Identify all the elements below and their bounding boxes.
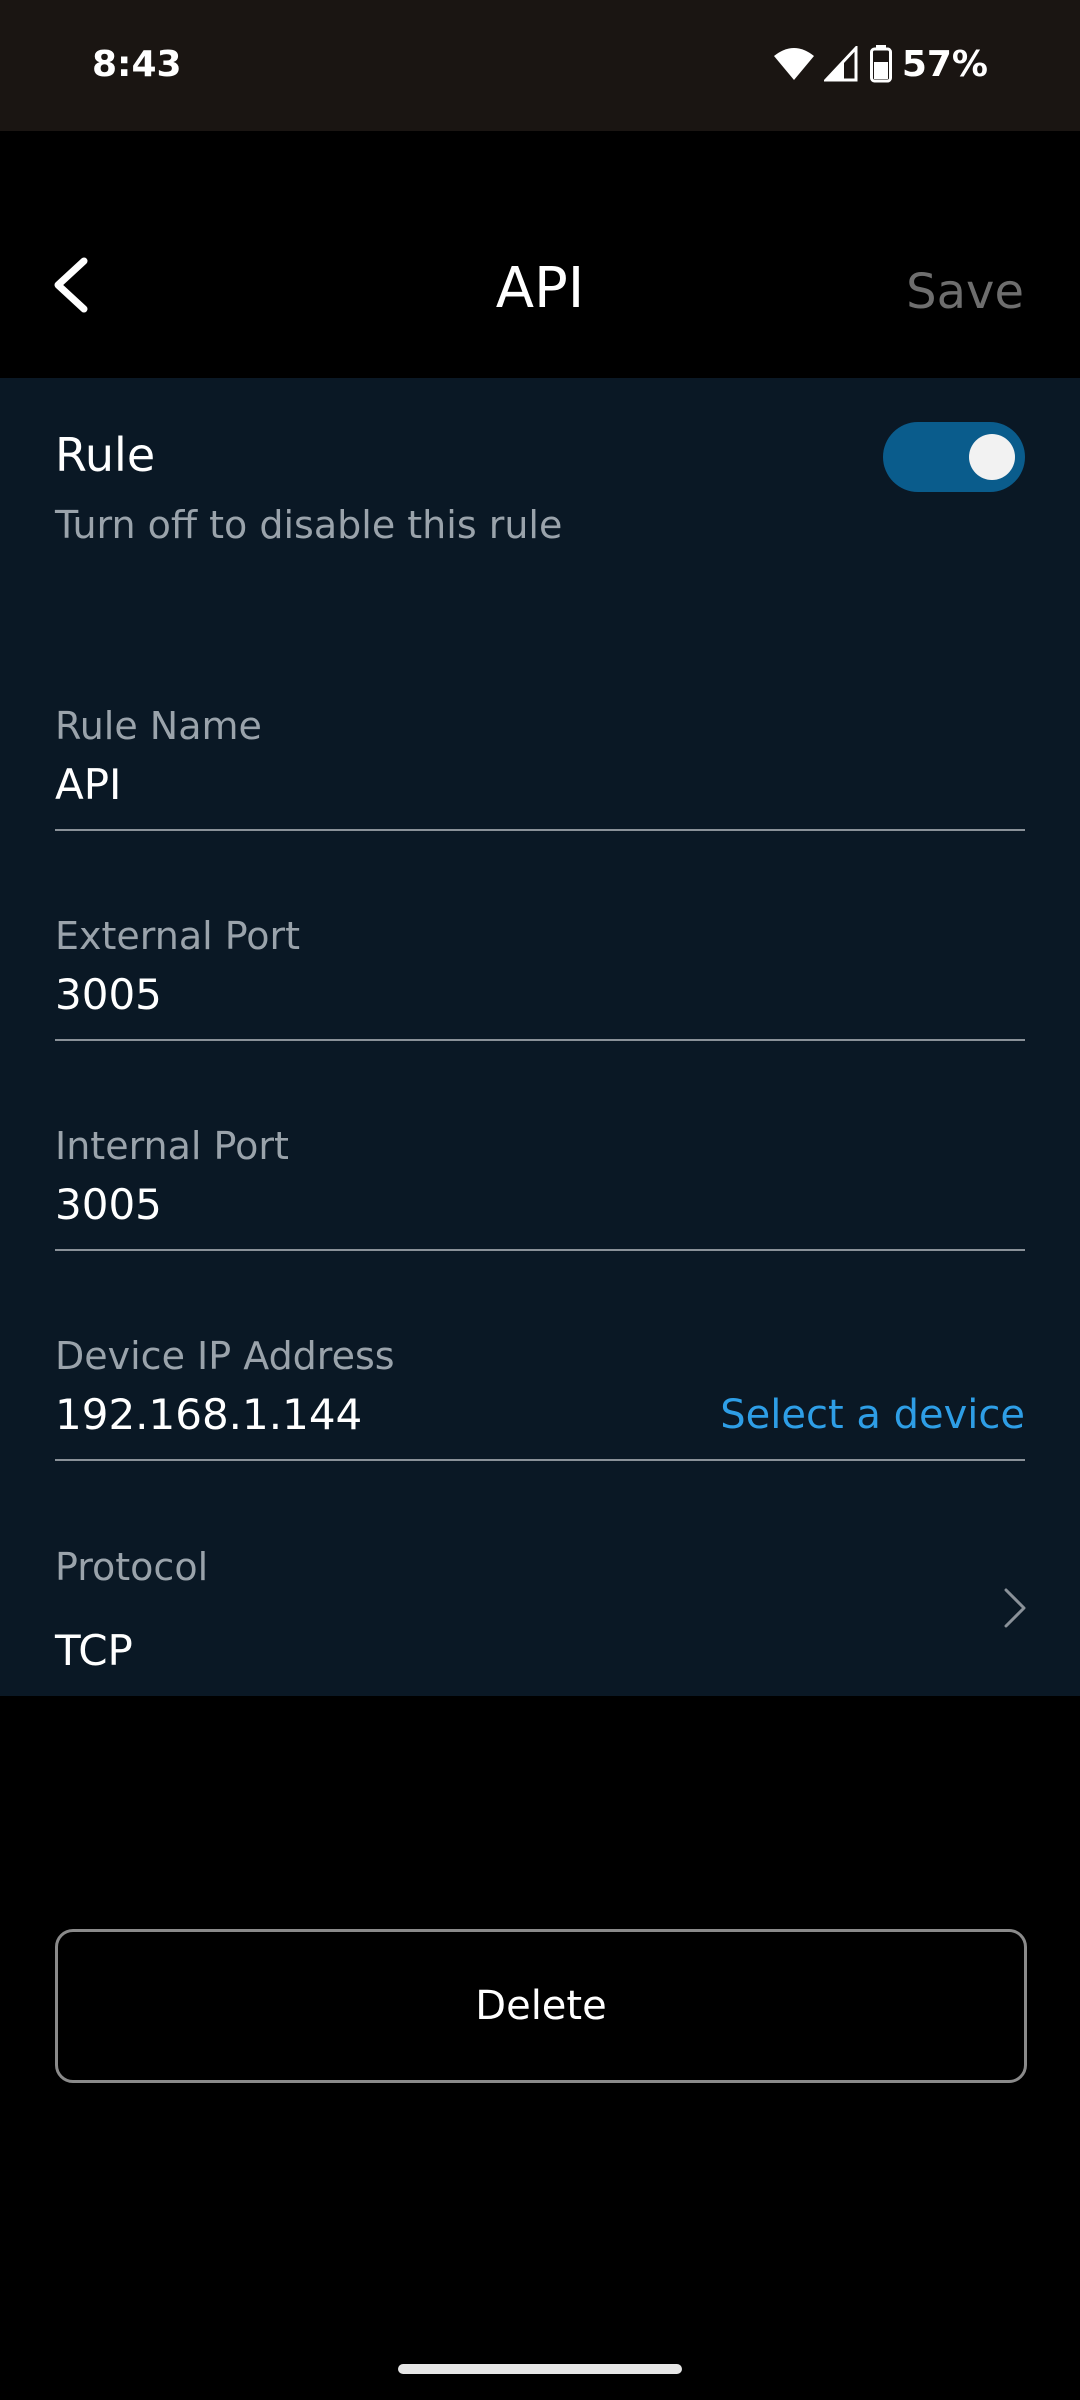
save-button[interactable]: Save [906,264,1024,320]
external-port-label: External Port [55,914,301,958]
rule-toggle-subtitle: Turn off to disable this rule [55,503,563,547]
protocol-value: TCP [55,1626,133,1675]
device-ip-value: 192.168.1.144 [55,1390,363,1439]
battery-icon [869,45,892,83]
rule-name-value: API [55,760,122,809]
cell-signal-icon [823,46,858,82]
protocol-label: Protocol [55,1545,209,1589]
select-device-link[interactable]: Select a device [720,1392,1025,1438]
status-bar: 8:43 57% [0,0,1080,131]
device-ip-label: Device IP Address [55,1334,395,1378]
status-time: 8:43 [92,44,182,85]
rule-name-underline [55,829,1025,831]
status-icons: 57% [772,42,988,86]
home-indicator[interactable] [398,2364,682,2374]
rule-name-label: Rule Name [55,704,262,748]
device-ip-underline [55,1459,1025,1461]
app-header [0,131,1080,378]
rule-enabled-toggle[interactable] [883,422,1025,492]
internal-port-label: Internal Port [55,1124,289,1168]
external-port-value: 3005 [55,970,162,1019]
rule-toggle-title: Rule [55,428,156,482]
internal-port-value: 3005 [55,1180,162,1229]
chevron-right-icon [1000,1586,1030,1630]
toggle-knob [969,434,1015,480]
wifi-icon [772,46,816,82]
delete-button[interactable]: Delete [55,1929,1027,2083]
internal-port-underline [55,1249,1025,1251]
external-port-underline [55,1039,1025,1041]
battery-percentage: 57% [901,43,988,85]
